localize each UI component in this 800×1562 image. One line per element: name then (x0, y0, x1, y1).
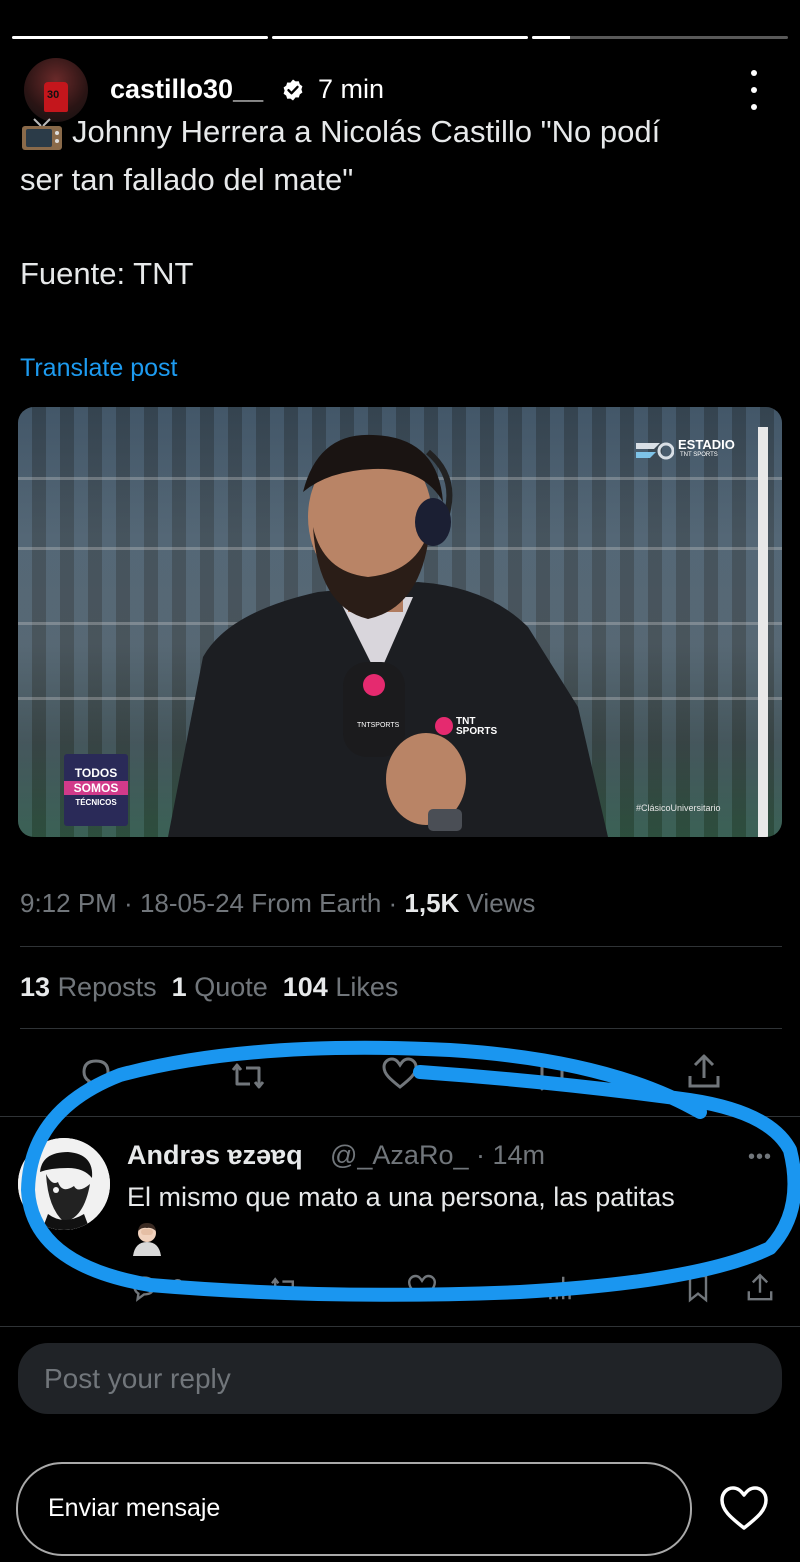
hashtag-overlay: #ClásicoUniversitario (636, 803, 721, 813)
todos-somos-tecnicos-logo: TODOS SOMOS TÉCNICOS (64, 754, 128, 826)
more-options-icon[interactable] (744, 70, 764, 110)
post-text-line: Johnny Herrera a Nicolás Castillo "No po… (72, 114, 661, 149)
post-age: 7 min (318, 74, 385, 104)
story-progress (12, 36, 788, 40)
reporter-figure: TNTSPORTS (168, 434, 608, 837)
story-progress-segment (12, 36, 268, 39)
facepalm-emoji-icon (133, 1223, 161, 1256)
post-reply-input[interactable]: Post your reply (18, 1343, 782, 1414)
likes-link[interactable]: Likes (335, 972, 398, 1002)
author-avatar[interactable]: 30 (24, 58, 88, 122)
author-username[interactable]: castillo30__ (110, 74, 263, 105)
reply-author-name[interactable]: Andrəs ɐzəɐq (127, 1140, 303, 1171)
reply-icon[interactable] (76, 1054, 116, 1094)
like-icon[interactable] (406, 1272, 438, 1304)
reply-count: 2 (172, 1276, 184, 1298)
estadio-logo: ESTADIO TNT SPORTS (634, 435, 754, 463)
divider (20, 946, 782, 947)
heart-icon[interactable] (718, 1484, 770, 1532)
divider (0, 1116, 800, 1117)
reply-text: El mismo que mato a una persona, las pat… (127, 1182, 675, 1212)
share-icon[interactable] (684, 1052, 724, 1092)
svg-text:TNTSPORTS: TNTSPORTS (357, 722, 400, 729)
quotes-link[interactable]: Quote (194, 972, 268, 1002)
repost-icon[interactable] (228, 1056, 268, 1096)
verified-badge-icon (283, 79, 303, 101)
post-text-line: ser tan fallado del mate" (20, 162, 354, 197)
reply-icon[interactable] (128, 1272, 160, 1304)
post-stats: 13 Reposts 1 Quote 104 Likes (20, 972, 399, 1002)
views-icon[interactable] (544, 1272, 576, 1304)
divider (20, 1028, 782, 1029)
post-image[interactable]: TNTSPORTS TNT SPORTS ESTADIO TNT SPORTS … (18, 407, 782, 837)
reply-author-handle: @_AzaRo_ · 14m (330, 1140, 546, 1170)
send-message-field[interactable]: Enviar mensaje (16, 1462, 692, 1556)
share-icon[interactable] (744, 1272, 776, 1304)
tv-icon (22, 118, 62, 150)
bookmark-icon[interactable] (682, 1272, 714, 1304)
bookmark-icon[interactable] (532, 1054, 572, 1094)
post-source: Fuente: TNT (20, 256, 194, 291)
post-meta: 9:12 PM · 18-05-24 From Earth · 1,5K Vie… (20, 888, 536, 918)
views-count: 1,5K (404, 888, 460, 918)
story-progress-segment (272, 36, 528, 39)
reply-more-icon[interactable]: ••• (748, 1146, 772, 1169)
reply-author-avatar[interactable] (18, 1138, 110, 1230)
repost-icon[interactable] (268, 1272, 300, 1304)
reposts-link[interactable]: Reposts (58, 972, 157, 1002)
tnt-sports-logo: TNT SPORTS (456, 716, 498, 737)
divider (0, 1326, 800, 1327)
story-progress-segment (532, 36, 788, 39)
translate-post-link[interactable]: Translate post (20, 354, 177, 383)
like-icon[interactable] (380, 1054, 420, 1094)
